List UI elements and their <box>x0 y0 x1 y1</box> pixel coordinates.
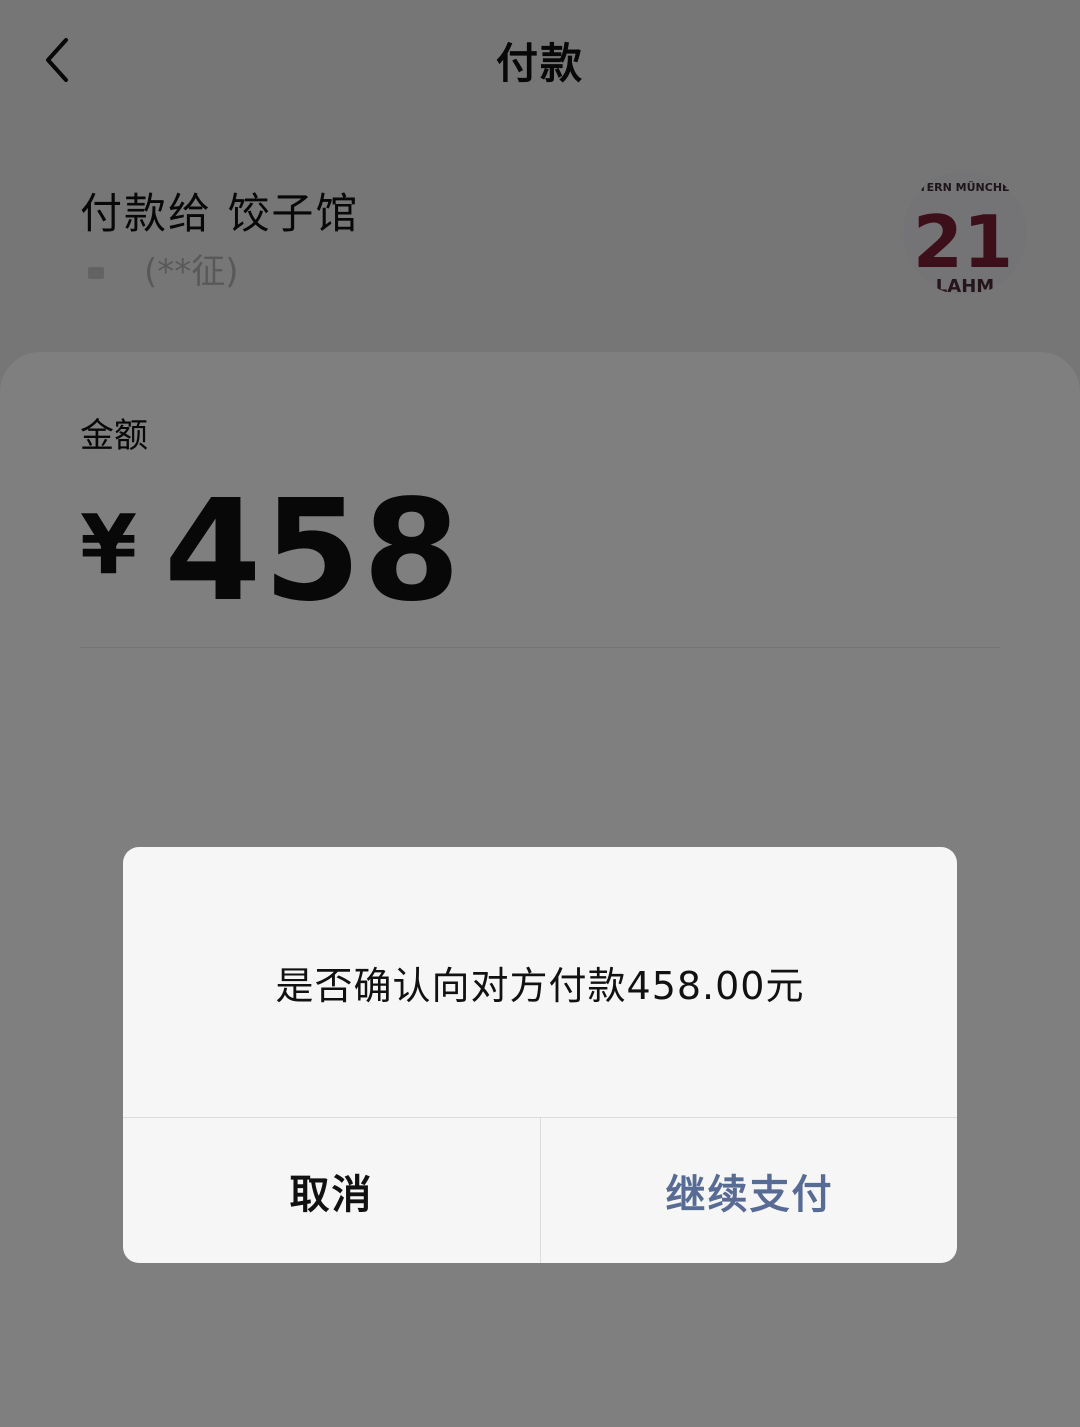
payment-page: 付款 付款给 饺子馆 (**征) AYERN MÜNCHEN 21 LAHM 金… <box>0 0 1080 1427</box>
continue-pay-button[interactable]: 继续支付 <box>541 1118 957 1263</box>
dialog-message: 是否确认向对方付款458.00元 <box>275 963 805 1008</box>
confirm-dialog: 是否确认向对方付款458.00元 取消 继续支付 <box>123 847 957 1263</box>
cancel-button[interactable]: 取消 <box>123 1118 540 1263</box>
